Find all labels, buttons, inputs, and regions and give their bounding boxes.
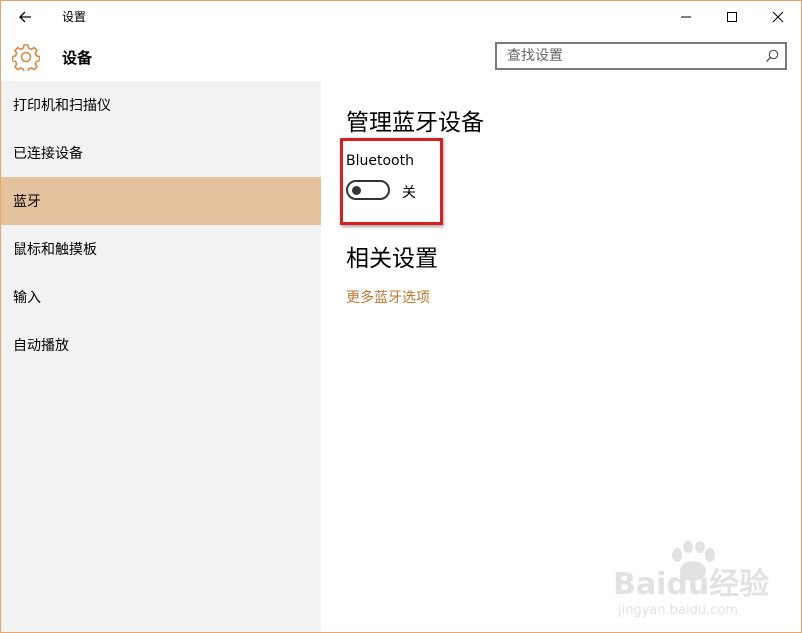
related-settings-title: 相关设置	[346, 246, 438, 272]
app-name: 设备	[62, 49, 93, 67]
sidebar-item-autoplay[interactable]: 自动播放	[1, 321, 321, 369]
gear-icon	[11, 43, 41, 73]
sidebar-item-connected-devices[interactable]: 已连接设备	[1, 129, 321, 177]
sidebar-item-label: 打印机和扫描仪	[13, 98, 111, 114]
watermark-sub-text: jingyan.baidu.com	[618, 603, 738, 618]
settings-window: 设置 设备 查找设置 打印机和扫描仪 已连接设备 蓝牙 鼠标和触摸板 输入 自动…	[0, 0, 802, 633]
sidebar-item-label: 输入	[13, 290, 41, 306]
sidebar-item-label: 鼠标和触摸板	[13, 242, 97, 258]
sidebar-item-typing[interactable]: 输入	[1, 273, 321, 321]
sidebar-item-label: 自动播放	[13, 338, 69, 354]
watermark-main-text: Baidu经验	[613, 567, 770, 602]
minimize-icon	[681, 16, 691, 18]
sidebar-item-bluetooth[interactable]: 蓝牙	[1, 177, 321, 225]
maximize-icon	[727, 12, 737, 22]
baidu-watermark: Baidu经验 jingyan.baidu.com	[601, 541, 791, 626]
page-title: 管理蓝牙设备	[346, 110, 484, 136]
more-bluetooth-options-link[interactable]: 更多蓝牙选项	[346, 287, 430, 307]
sidebar-item-printers-scanners[interactable]: 打印机和扫描仪	[1, 81, 321, 129]
back-button[interactable]	[7, 3, 43, 31]
search-input[interactable]	[497, 44, 767, 68]
sidebar-item-mouse-touchpad[interactable]: 鼠标和触摸板	[1, 225, 321, 273]
maximize-button[interactable]	[709, 1, 755, 33]
sidebar-item-label: 已连接设备	[13, 146, 83, 162]
back-arrow-icon	[19, 11, 31, 23]
app-header: 设备	[1, 33, 801, 81]
close-button[interactable]	[755, 1, 801, 33]
search-icon[interactable]	[763, 47, 781, 65]
sidebar: 打印机和扫描仪 已连接设备 蓝牙 鼠标和触摸板 输入 自动播放	[1, 81, 321, 632]
window-title: 设置	[62, 10, 87, 24]
highlight-box	[340, 138, 443, 225]
close-icon	[772, 11, 784, 23]
minimize-button[interactable]	[663, 1, 709, 33]
sidebar-item-label: 蓝牙	[13, 194, 41, 210]
search-box[interactable]	[495, 42, 787, 70]
title-bar: 设置	[1, 1, 801, 33]
